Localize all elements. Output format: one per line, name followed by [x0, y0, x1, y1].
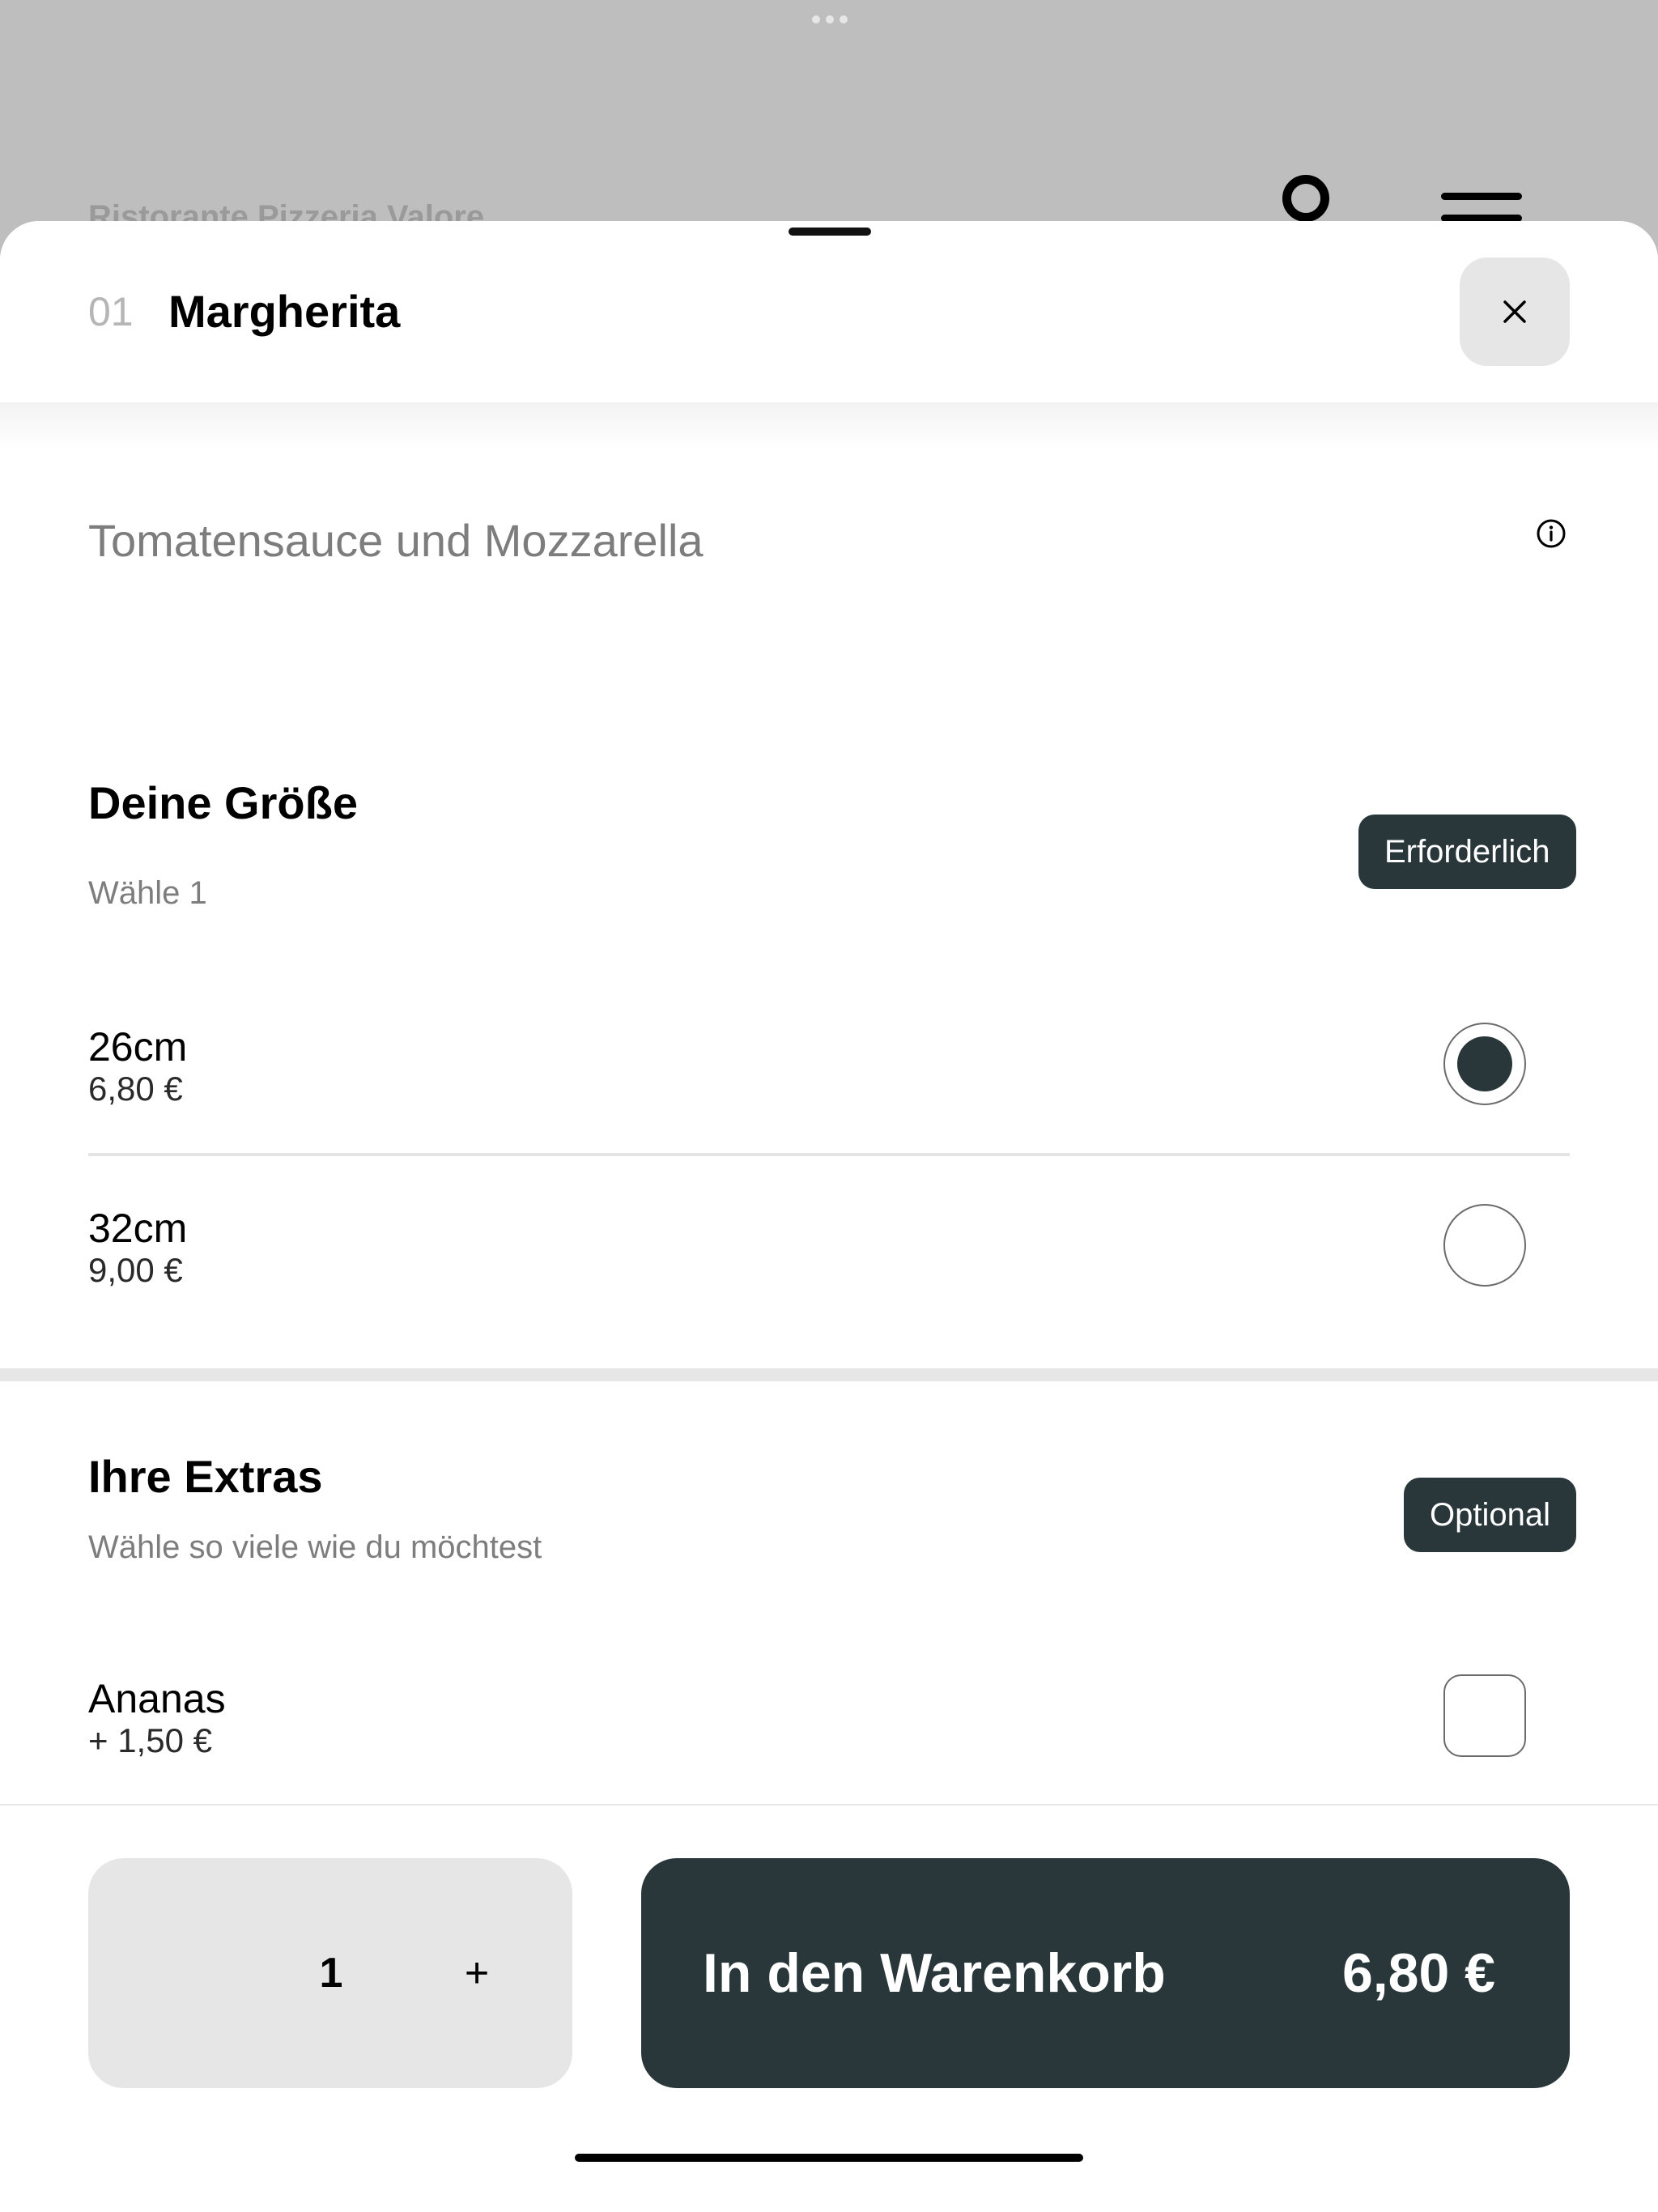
option-name: 32cm	[88, 1206, 188, 1251]
item-title: Margherita	[168, 286, 401, 337]
quantity-value: 1	[319, 1950, 343, 1997]
sheet-header: 01 Margherita	[0, 221, 1658, 402]
sheet-grabber-handle[interactable]	[789, 228, 871, 236]
product-sheet: 01 Margherita Tomatensauce und Mozzarell…	[0, 221, 1658, 2212]
radio-button[interactable]	[1443, 1204, 1526, 1287]
option-name: Ananas	[88, 1676, 226, 1721]
info-icon[interactable]	[1535, 517, 1567, 550]
total-price: 6,80 €	[1341, 1942, 1495, 2004]
home-indicator[interactable]	[575, 2154, 1083, 2162]
header-divider-shadow	[0, 402, 1658, 451]
quantity-plus-button[interactable]: +	[436, 1933, 517, 2014]
multitasking-dots-icon[interactable]	[812, 15, 848, 24]
menu-icon[interactable]	[1441, 193, 1522, 225]
section-divider	[0, 1368, 1658, 1381]
option-price: 6,80 €	[88, 1070, 183, 1108]
close-button[interactable]	[1460, 257, 1570, 366]
item-number: 01	[88, 289, 134, 334]
size-option-26cm[interactable]: 26cm 6,80 €	[88, 1023, 1570, 1193]
extras-section-subtitle: Wähle so viele wie du möchtest	[88, 1529, 542, 1565]
close-icon	[1503, 300, 1526, 323]
option-price: 9,00 €	[88, 1251, 183, 1289]
footer-bar: 1 + In den Warenkorb 6,80 €	[0, 1804, 1658, 2212]
size-section-title: Deine Größe	[88, 777, 358, 828]
optional-badge: Optional	[1404, 1478, 1576, 1552]
add-to-cart-button[interactable]: In den Warenkorb 6,80 €	[641, 1858, 1570, 2088]
item-description: Tomatensauce und Mozzarella	[88, 515, 704, 566]
required-badge: Erforderlich	[1358, 815, 1576, 889]
option-name: 26cm	[88, 1024, 188, 1070]
add-to-cart-label: In den Warenkorb	[703, 1942, 1166, 2004]
user-icon[interactable]	[1282, 175, 1329, 222]
quantity-stepper[interactable]: 1 +	[88, 1858, 572, 2088]
option-price: + 1,50 €	[88, 1721, 212, 1759]
extras-section-title: Ihre Extras	[88, 1451, 323, 1502]
size-section-subtitle: Wähle 1	[88, 875, 207, 911]
size-option-32cm[interactable]: 32cm 9,00 €	[88, 1204, 1570, 1374]
checkbox[interactable]	[1443, 1674, 1526, 1757]
row-divider	[88, 1153, 1570, 1156]
radio-button-selected[interactable]	[1443, 1023, 1526, 1105]
